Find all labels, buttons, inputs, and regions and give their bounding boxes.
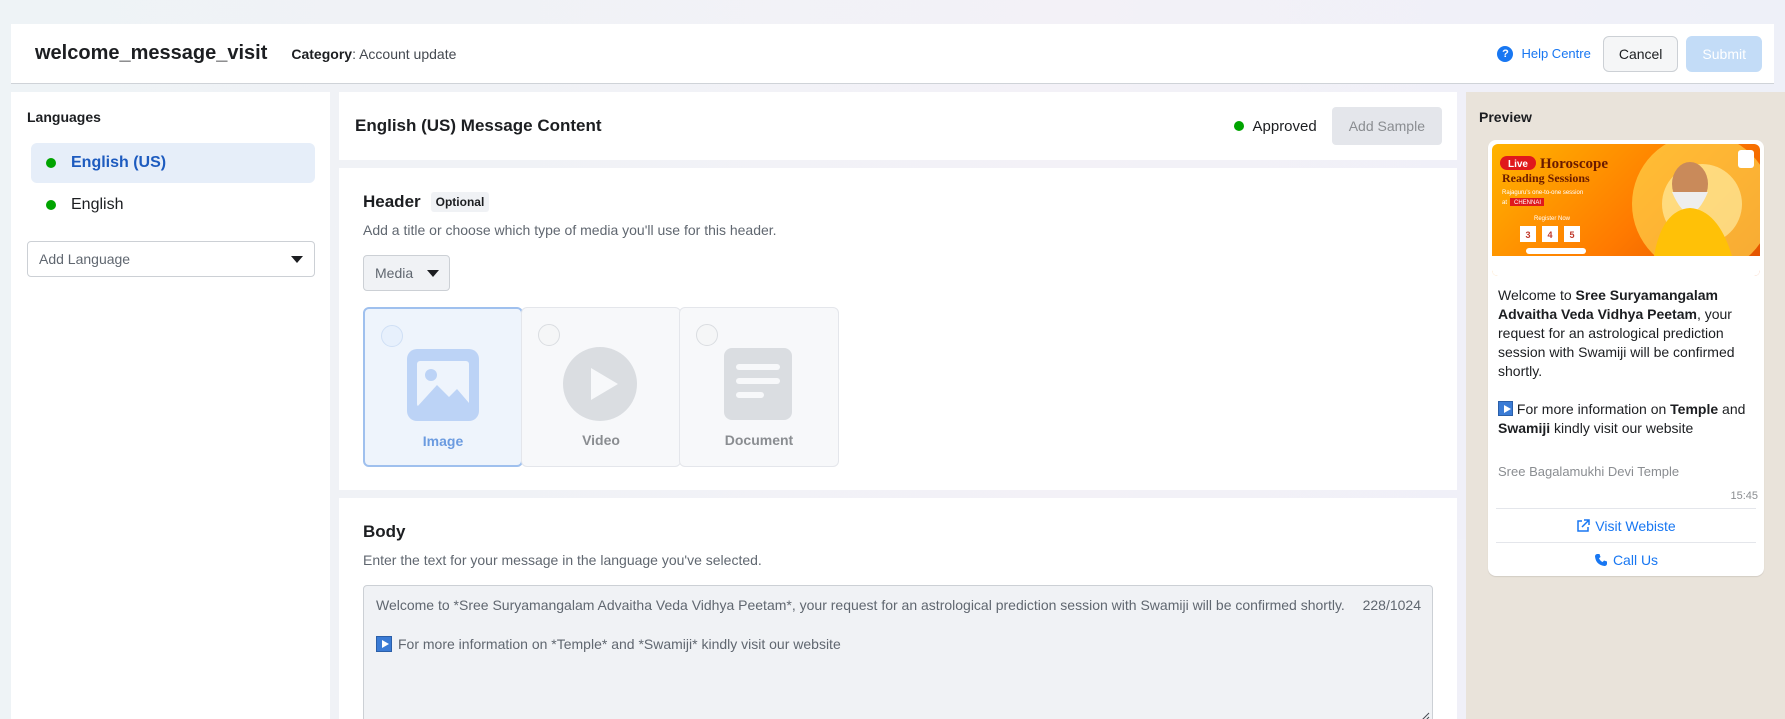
horoscope-banner-art: Live Horoscope Reading Sessions Rajaguru… — [1492, 144, 1760, 276]
add-language-dropdown[interactable]: Add Language — [27, 241, 315, 277]
preview-text-info-post: kindly visit our website — [1550, 420, 1694, 436]
media-type-dropdown[interactable]: Media — [363, 255, 450, 291]
media-option-label: Video — [582, 432, 620, 448]
banner-headline-2: Reading Sessions — [1502, 171, 1590, 185]
languages-panel: Languages English (US) English Add Langu… — [11, 92, 330, 719]
approved-dot — [1233, 121, 1244, 131]
preview-panel: Preview Live Horoscope Reading Sessions … — [1466, 92, 1785, 719]
banner-register: Register Now — [1534, 216, 1571, 222]
call-us-label: Call Us — [1612, 552, 1659, 568]
divider — [1496, 542, 1756, 543]
status-badge: Approved — [1233, 117, 1317, 135]
message-bubble: Live Horoscope Reading Sessions Rajaguru… — [1488, 140, 1764, 576]
body-text-line-2: For more information on *Temple* and *Sw… — [398, 636, 841, 652]
status-label: Approved — [1252, 117, 1317, 135]
body-subtitle: Enter the text for your message in the l… — [363, 552, 762, 568]
languages-title: Languages — [27, 109, 101, 125]
top-actions: ? Help Centre Cancel Submit — [1497, 35, 1762, 72]
banner-tagline: Rajaguru's one-to-one session — [1502, 190, 1583, 196]
visit-website-label: Visit Webiste — [1595, 518, 1676, 534]
media-option-video[interactable]: Video — [521, 307, 681, 467]
preview-message-text: Welcome to Sree Suryamangalam Advaitha V… — [1498, 286, 1756, 457]
call-us-button[interactable]: Call Us — [1488, 552, 1764, 568]
preview-paragraph-2: For more information on Temple and Swami… — [1498, 400, 1756, 438]
language-item-english[interactable]: English — [31, 185, 315, 225]
radio-button[interactable] — [381, 325, 403, 347]
language-label: English (US) — [71, 154, 167, 171]
cancel-button[interactable]: Cancel — [1602, 35, 1679, 72]
character-counter: 228/1024 — [1362, 597, 1421, 613]
image-icon — [407, 349, 479, 421]
preview-text-welcome: Welcome to — [1498, 287, 1576, 303]
category-label: Category — [291, 45, 353, 62]
template-name: welcome_message_visit — [35, 42, 268, 64]
preview-text-info-pre: For more information on — [1513, 401, 1671, 417]
language-label: English — [71, 196, 124, 213]
play-button-emoji-icon — [1498, 401, 1513, 416]
help-centre-label: Help Centre — [1521, 46, 1591, 61]
document-icon — [724, 348, 792, 420]
play-button-emoji-icon — [376, 636, 392, 652]
media-option-document[interactable]: Document — [679, 307, 839, 467]
header-title: Header — [363, 192, 421, 211]
banner-date-3: 5 — [1569, 230, 1574, 240]
banner-date-1: 3 — [1525, 230, 1530, 240]
body-title: Body — [363, 522, 406, 541]
preview-timestamp: 15:45 — [1730, 490, 1758, 502]
phone-icon — [1594, 554, 1607, 566]
approved-dot — [46, 200, 56, 210]
message-content-header: English (US) Message Content Approved Ad… — [339, 92, 1457, 160]
media-option-label: Image — [422, 433, 464, 449]
body-text-line-1: Welcome to *Sree Suryamangalam Advaitha … — [376, 597, 1345, 613]
add-language-placeholder: Add Language — [39, 251, 131, 267]
banner-at: at — [1502, 200, 1507, 206]
header-subtitle: Add a title or choose which type of medi… — [363, 222, 777, 238]
preview-text-and: and — [1718, 401, 1746, 417]
play-icon — [563, 347, 637, 421]
live-badge: Live — [1508, 159, 1528, 170]
add-sample-button[interactable]: Add Sample — [1331, 107, 1442, 145]
approved-dot — [46, 158, 56, 168]
media-option-label: Document — [724, 432, 794, 448]
message-content-title: English (US) Message Content — [355, 116, 602, 135]
preview-footer: Sree Bagalamukhi Devi Temple — [1498, 464, 1680, 479]
header-section-title: Header Optional — [363, 192, 490, 212]
header-section: Header Optional Add a title or choose wh… — [339, 168, 1457, 490]
body-textarea[interactable]: Welcome to *Sree Suryamangalam Advaitha … — [363, 585, 1433, 719]
category-value: : Account update — [352, 45, 457, 62]
category: Category: Account update — [291, 46, 456, 62]
preview-text-temple: Temple — [1670, 401, 1719, 417]
divider — [1496, 508, 1756, 509]
banner-headline-1: Horoscope — [1540, 156, 1608, 172]
banner-city: CHENNAI — [1514, 200, 1541, 206]
visit-website-button[interactable]: Visit Webiste — [1488, 518, 1764, 534]
radio-button[interactable] — [696, 324, 718, 346]
banner-date-2: 4 — [1547, 230, 1552, 240]
preview-paragraph-1: Welcome to Sree Suryamangalam Advaitha V… — [1498, 286, 1756, 381]
media-option-image[interactable]: Image — [363, 307, 523, 467]
preview-text-swamiji: Swamiji — [1498, 420, 1551, 436]
chevron-down-icon — [291, 255, 303, 263]
submit-button[interactable]: Submit — [1686, 35, 1762, 72]
chevron-down-icon — [427, 269, 439, 277]
body-text-line-2-wrap: For more information on *Temple* and *Sw… — [376, 636, 841, 652]
header-image: Live Horoscope Reading Sessions Rajaguru… — [1492, 144, 1760, 276]
body-section: Body Enter the text for your message in … — [339, 498, 1457, 719]
radio-button[interactable] — [538, 324, 560, 346]
help-centre-link[interactable]: ? Help Centre — [1497, 45, 1591, 62]
media-dropdown-label: Media — [375, 265, 414, 281]
external-link-icon — [1577, 519, 1591, 532]
language-item-english-us[interactable]: English (US) — [31, 143, 315, 183]
preview-title: Preview — [1479, 109, 1532, 125]
top-bar: welcome_message_visit Category: Account … — [11, 24, 1774, 84]
optional-badge: Optional — [430, 192, 490, 212]
question-icon: ? — [1497, 45, 1514, 62]
resize-handle-icon[interactable] — [1420, 712, 1430, 719]
